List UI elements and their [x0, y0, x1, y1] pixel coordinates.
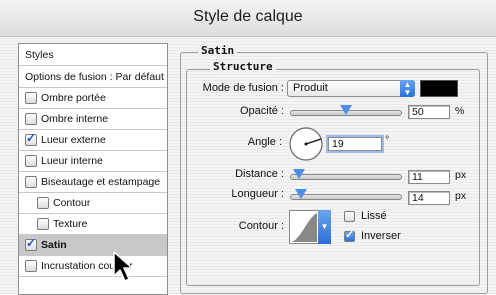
sidebar-item-bevel-emboss[interactable]: Biseautage et estampage [19, 172, 167, 193]
size-slider[interactable] [290, 189, 402, 200]
sidebar-item-contour[interactable]: Contour [19, 193, 167, 214]
antialias-label: Lissé [361, 210, 387, 222]
contour-checkbox[interactable] [37, 197, 49, 209]
sidebar-item-label: Lueur externe [41, 134, 106, 146]
chevron-down-icon[interactable]: ▼ [318, 210, 331, 244]
sidebar-item-label: Satin [41, 239, 67, 251]
texture-checkbox[interactable] [37, 218, 49, 230]
angle-label: Angle : [247, 136, 282, 148]
distance-input[interactable]: 11 [408, 170, 450, 184]
size-input[interactable]: 14 [408, 191, 450, 205]
satin-checkbox[interactable] [25, 236, 37, 251]
styles-header[interactable]: Styles [19, 44, 167, 66]
color-swatch[interactable] [420, 80, 458, 97]
satin-group-title: Satin [198, 44, 238, 57]
sidebar-item-inner-glow[interactable]: Lueur interne [19, 151, 167, 172]
inner-shadow-checkbox[interactable] [25, 113, 37, 125]
drop-shadow-checkbox[interactable] [25, 92, 37, 104]
sidebar-item-label: Texture [53, 218, 88, 230]
outer-glow-checkbox[interactable] [25, 131, 37, 146]
sidebar-item-label: Ombre interne [41, 113, 109, 125]
color-overlay-checkbox[interactable] [25, 260, 37, 272]
distance-slider-thumb[interactable] [293, 169, 305, 179]
angle-unit: ° [385, 134, 390, 146]
blend-mode-value: Produit [293, 82, 328, 94]
sidebar-item-outer-glow[interactable]: Lueur externe [19, 130, 167, 151]
sidebar-item-texture[interactable]: Texture [19, 214, 167, 235]
contour-curve-icon [291, 213, 317, 242]
invert-checkbox[interactable] [344, 228, 355, 242]
opacity-unit: % [455, 105, 465, 117]
distance-slider[interactable] [290, 169, 402, 180]
contour-label: Contour : [238, 220, 284, 232]
window-title: Style de calque [193, 8, 303, 25]
angle-dial[interactable] [288, 126, 324, 162]
inner-glow-checkbox[interactable] [25, 155, 37, 167]
sidebar-item-label: Lueur interne [41, 155, 103, 167]
opacity-slider[interactable] [290, 105, 402, 116]
mouse-pointer-icon [113, 251, 133, 282]
sidebar-item-satin[interactable]: Satin [19, 235, 167, 256]
sidebar-item-inner-shadow[interactable]: Ombre interne [19, 109, 167, 130]
blending-options-item[interactable]: Options de fusion : Par défaut [19, 66, 167, 88]
sidebar-item-label: Contour [53, 197, 91, 209]
sidebar-item-color-overlay[interactable]: Incrustation couleur [19, 256, 167, 277]
antialias-checkbox[interactable] [344, 211, 355, 222]
blend-mode-select[interactable]: Produit ▲ ▼ [287, 80, 415, 97]
sidebar-item-label: Ombre portée [41, 92, 106, 104]
invert-label: Inverser [361, 230, 401, 242]
title-bar: Style de calque [0, 0, 496, 37]
updown-arrows-icon: ▲ ▼ [400, 80, 415, 97]
angle-input[interactable]: 19 [328, 137, 382, 151]
sidebar-item-drop-shadow[interactable]: Ombre portée [19, 88, 167, 109]
size-unit: px [455, 190, 467, 202]
size-label: Longueur : [231, 188, 284, 200]
size-slider-thumb[interactable] [295, 189, 307, 199]
opacity-slider-thumb[interactable] [340, 105, 352, 115]
distance-unit: px [455, 169, 467, 181]
sidebar-item-label: Biseautage et estampage [41, 176, 161, 188]
bevel-emboss-checkbox[interactable] [25, 176, 37, 188]
structure-group-title: Structure [210, 60, 276, 73]
opacity-input[interactable]: 50 [408, 105, 450, 119]
blend-mode-label: Mode de fusion : [202, 82, 284, 94]
styles-list: Styles Options de fusion : Par défaut Om… [18, 43, 168, 295]
opacity-label: Opacité : [239, 105, 284, 117]
distance-label: Distance : [235, 168, 284, 180]
